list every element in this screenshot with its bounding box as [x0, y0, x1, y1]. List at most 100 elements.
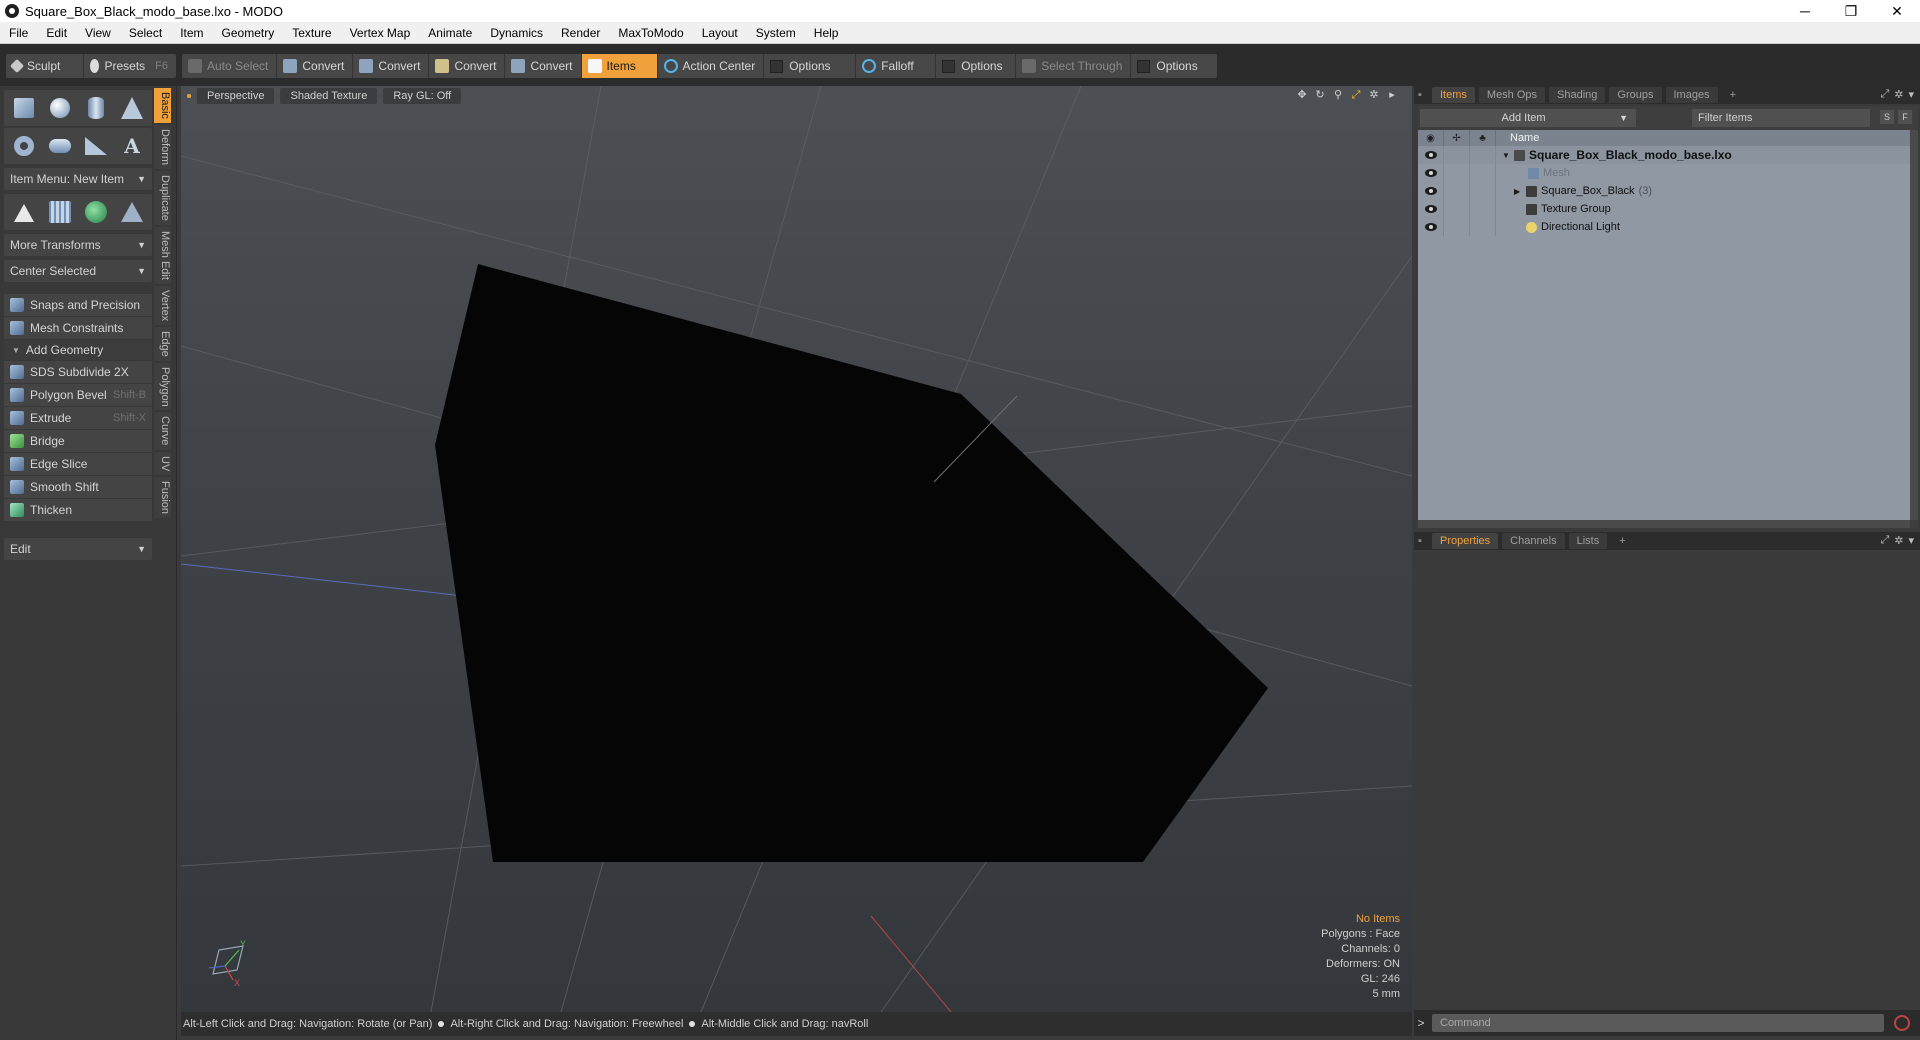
- command-input[interactable]: Command: [1432, 1014, 1884, 1032]
- panel-menu-arrow-icon[interactable]: ▾: [1908, 534, 1914, 547]
- polygon-bevel-button[interactable]: Polygon Bevel Shift-B: [4, 384, 152, 406]
- expand-triangle-icon[interactable]: ▼: [1502, 151, 1514, 160]
- menu-edit[interactable]: Edit: [37, 22, 76, 44]
- bridge-button[interactable]: Bridge: [4, 430, 152, 452]
- cylinder-tool[interactable]: [80, 92, 112, 124]
- edit-dropdown[interactable]: Edit ▼: [4, 538, 152, 560]
- viewport-menu-dot-icon[interactable]: [187, 94, 191, 98]
- tab-curve[interactable]: Curve: [154, 412, 171, 450]
- record-macro-icon[interactable]: [1894, 1015, 1910, 1031]
- falloff-button[interactable]: Falloff: [856, 54, 937, 78]
- presets-button[interactable]: Presets F6: [84, 54, 176, 78]
- tab-basic[interactable]: Basic: [154, 88, 171, 123]
- menu-help[interactable]: Help: [805, 22, 848, 44]
- visibility-column-eye-icon[interactable]: ◉: [1418, 130, 1444, 146]
- menu-vertex-map[interactable]: Vertex Map: [341, 22, 420, 44]
- menu-item[interactable]: Item: [171, 22, 212, 44]
- panel-menu-bullet-icon[interactable]: ▪: [1418, 533, 1428, 549]
- gear-icon[interactable]: ✲: [1894, 534, 1903, 547]
- text-tool[interactable]: A: [116, 130, 148, 162]
- fit-view-icon[interactable]: ⤢: [1350, 89, 1362, 101]
- viewport-scene[interactable]: [181, 86, 1412, 1012]
- gear-icon[interactable]: ✲: [1368, 89, 1380, 101]
- pan-icon[interactable]: ✥: [1296, 89, 1308, 101]
- menu-system[interactable]: System: [747, 22, 805, 44]
- convert-polygons-button[interactable]: Convert: [429, 54, 506, 78]
- add-tab-button[interactable]: +: [1611, 533, 1633, 549]
- menu-file[interactable]: File: [0, 22, 37, 44]
- panel-menu-arrow-icon[interactable]: ▾: [1908, 88, 1914, 101]
- menu-maxtomodo[interactable]: MaxToModo: [609, 22, 692, 44]
- torus-tool[interactable]: [8, 130, 40, 162]
- auto-select-button[interactable]: Auto Select: [182, 54, 278, 78]
- snaps-precision-button[interactable]: Snaps and Precision: [4, 294, 152, 316]
- add-tab-button[interactable]: +: [1722, 87, 1744, 103]
- pyramid-tool[interactable]: [116, 196, 148, 228]
- tree-row[interactable]: Mesh: [1418, 164, 1910, 182]
- visibility-toggle[interactable]: [1418, 182, 1444, 200]
- item-menu-dropdown[interactable]: Item Menu: New Item ▼: [4, 168, 152, 190]
- center-selected-dropdown[interactable]: Center Selected ▼: [4, 260, 152, 282]
- more-transforms-dropdown[interactable]: More Transforms ▼: [4, 234, 152, 256]
- filter-f-button[interactable]: F: [1898, 110, 1912, 124]
- filter-items-input[interactable]: Filter Items: [1692, 109, 1870, 127]
- maximize-button[interactable]: ❐: [1828, 0, 1874, 22]
- convert-vertices-button[interactable]: Convert: [277, 54, 354, 78]
- smooth-shift-button[interactable]: Smooth Shift: [4, 476, 152, 498]
- menu-render[interactable]: Render: [552, 22, 609, 44]
- item-tree-horizontal-scrollbar[interactable]: [1418, 520, 1910, 528]
- tab-properties[interactable]: Properties: [1432, 533, 1499, 549]
- tree-row[interactable]: ▼ Square_Box_Black_modo_base.lxo: [1418, 146, 1910, 164]
- capsule-tool[interactable]: [44, 130, 76, 162]
- shading-mode-dropdown[interactable]: Shaded Texture: [280, 88, 378, 104]
- tab-vertex[interactable]: Vertex: [154, 285, 171, 325]
- wedge-tool[interactable]: [80, 130, 112, 162]
- menu-animate[interactable]: Animate: [419, 22, 481, 44]
- tab-mesh-ops[interactable]: Mesh Ops: [1478, 87, 1546, 103]
- visibility-toggle[interactable]: [1418, 164, 1444, 182]
- zoom-icon[interactable]: ⚲: [1332, 89, 1344, 101]
- add-geometry-section[interactable]: ▼ Add Geometry: [4, 340, 152, 360]
- visibility-toggle[interactable]: [1418, 146, 1444, 164]
- minimize-button[interactable]: ─: [1782, 0, 1828, 22]
- rotate-icon[interactable]: ↻: [1314, 89, 1326, 101]
- visibility-toggle[interactable]: [1418, 218, 1444, 236]
- tab-items[interactable]: Items: [1432, 87, 1475, 103]
- edge-slice-button[interactable]: Edge Slice: [4, 453, 152, 475]
- gear-icon[interactable]: ✲: [1894, 88, 1903, 101]
- mesh-constraints-button[interactable]: Mesh Constraints: [4, 317, 152, 339]
- menu-view[interactable]: View: [76, 22, 120, 44]
- convert-items-button[interactable]: Convert: [505, 54, 582, 78]
- menu-layout[interactable]: Layout: [693, 22, 747, 44]
- add-item-dropdown[interactable]: Add Item ▼: [1420, 109, 1636, 127]
- tab-shading[interactable]: Shading: [1549, 87, 1606, 103]
- cone-tool[interactable]: [116, 92, 148, 124]
- render-column-icon[interactable]: ♣: [1470, 130, 1496, 146]
- lock-column-icon[interactable]: ✢: [1444, 130, 1470, 146]
- tab-edge[interactable]: Edge: [154, 326, 171, 361]
- tab-lists[interactable]: Lists: [1568, 533, 1608, 549]
- tree-row[interactable]: ▶ Square_Box_Black (3): [1418, 182, 1910, 200]
- convert-edges-button[interactable]: Convert: [353, 54, 430, 78]
- globe-tool[interactable]: [80, 196, 112, 228]
- expand-panel-icon[interactable]: ⤢: [1880, 88, 1889, 101]
- thicken-button[interactable]: Thicken: [4, 499, 152, 521]
- menu-texture[interactable]: Texture: [283, 22, 340, 44]
- sculpt-button[interactable]: Sculpt: [6, 54, 84, 78]
- tree-row[interactable]: Texture Group: [1418, 200, 1910, 218]
- expand-triangle-icon[interactable]: ▶: [1514, 187, 1526, 196]
- perspective-view-dropdown[interactable]: Perspective: [197, 88, 275, 104]
- select-through-options-button[interactable]: Options: [1131, 54, 1217, 78]
- close-button[interactable]: ✕: [1874, 0, 1920, 22]
- sphere-tool[interactable]: [44, 92, 76, 124]
- raygl-toggle[interactable]: Ray GL: Off: [383, 88, 462, 104]
- black-square-box-mesh[interactable]: [435, 264, 1268, 862]
- expand-panel-icon[interactable]: ⤢: [1880, 534, 1889, 547]
- play-arrow-icon[interactable]: ▸: [1386, 89, 1398, 101]
- tab-uv[interactable]: UV: [154, 451, 171, 476]
- name-column-header[interactable]: Name: [1496, 132, 1539, 144]
- action-center-options-button[interactable]: Options: [764, 54, 857, 78]
- tab-groups[interactable]: Groups: [1609, 87, 1662, 103]
- sds-subdivide-button[interactable]: SDS Subdivide 2X: [4, 361, 152, 383]
- tab-channels[interactable]: Channels: [1502, 533, 1565, 549]
